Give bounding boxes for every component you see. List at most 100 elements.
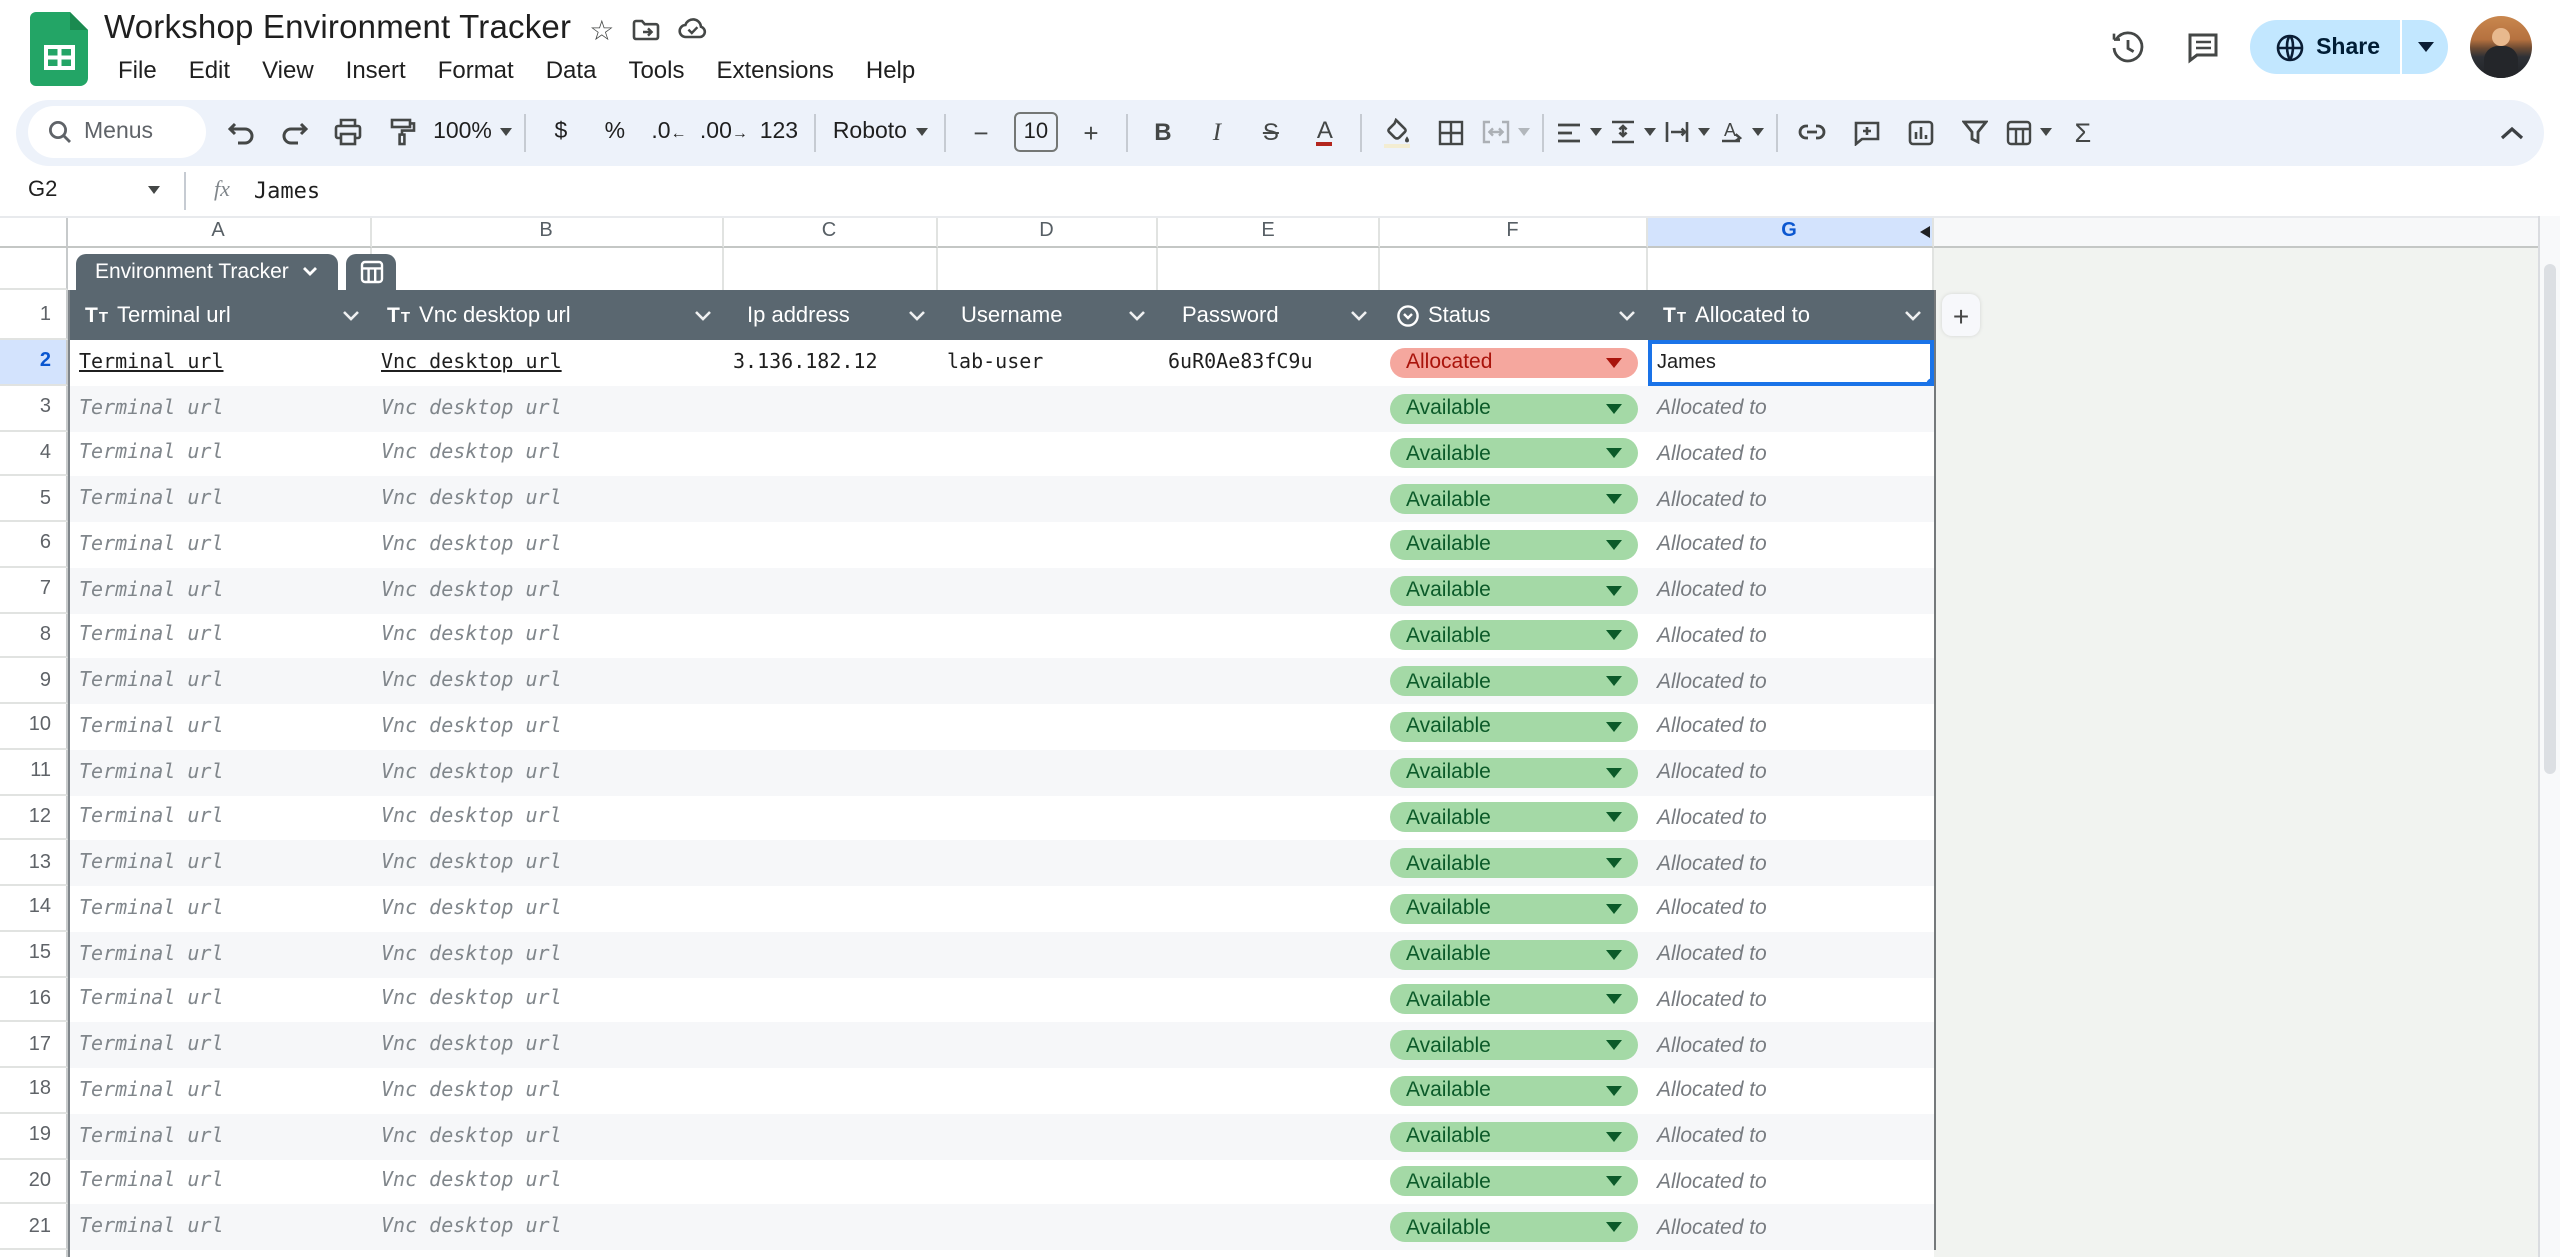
cell[interactable] bbox=[723, 522, 937, 568]
status-chip-available[interactable]: Available bbox=[1390, 530, 1637, 560]
table-header-terminal-url[interactable]: TTTerminal url bbox=[67, 290, 371, 340]
cell[interactable]: lab-user bbox=[937, 340, 1158, 386]
cell[interactable]: Allocated to bbox=[1647, 477, 1933, 523]
text-wrapping-button[interactable] bbox=[1660, 108, 1714, 156]
table-header-username[interactable]: Username bbox=[937, 290, 1158, 340]
column-header-e[interactable]: E bbox=[1158, 217, 1380, 248]
cell[interactable]: Terminal url bbox=[67, 795, 371, 841]
share-button-main[interactable]: Share bbox=[2250, 20, 2400, 74]
status-chip-available[interactable]: Available bbox=[1390, 1167, 1637, 1197]
cell[interactable]: Allocated to bbox=[1647, 431, 1933, 477]
cell[interactable]: Vnc desktop url bbox=[371, 841, 723, 887]
row-header-17[interactable]: 17 bbox=[0, 1023, 67, 1069]
column-menu-chevron-icon[interactable] bbox=[1617, 310, 1635, 322]
increase-font-size-button[interactable]: + bbox=[1064, 108, 1118, 156]
cell[interactable]: Terminal url bbox=[67, 704, 371, 750]
decrease-decimal-button[interactable]: .0← bbox=[642, 108, 696, 156]
cell[interactable]: Allocated to bbox=[1647, 522, 1933, 568]
cell[interactable]: Vnc desktop url bbox=[371, 1114, 723, 1160]
cell[interactable] bbox=[67, 1250, 371, 1257]
format-currency-button[interactable]: $ bbox=[534, 108, 588, 156]
table-options-button[interactable] bbox=[347, 253, 397, 290]
cell[interactable] bbox=[937, 977, 1158, 1023]
select-all-corner[interactable] bbox=[0, 217, 67, 248]
cell[interactable] bbox=[1158, 386, 1380, 432]
cell[interactable]: Terminal url bbox=[67, 750, 371, 796]
fill-handle[interactable] bbox=[1926, 379, 1933, 386]
cell[interactable]: Vnc desktop url bbox=[371, 704, 723, 750]
cell[interactable]: Available bbox=[1380, 1023, 1647, 1069]
cell[interactable]: Available bbox=[1380, 1068, 1647, 1114]
cell[interactable]: Terminal url bbox=[67, 1114, 371, 1160]
cell[interactable] bbox=[1158, 977, 1380, 1023]
cell[interactable] bbox=[937, 932, 1158, 978]
row-header-11[interactable]: 11 bbox=[0, 750, 67, 796]
format-percent-button[interactable]: % bbox=[588, 108, 642, 156]
cell[interactable] bbox=[1158, 568, 1380, 614]
name-box[interactable]: G2 bbox=[0, 179, 140, 203]
cell[interactable]: Terminal url bbox=[67, 613, 371, 659]
cell[interactable]: Allocated to bbox=[1647, 1114, 1933, 1160]
cell[interactable]: Terminal url bbox=[67, 477, 371, 523]
cell[interactable]: Allocated to bbox=[1647, 613, 1933, 659]
column-menu-chevron-icon[interactable] bbox=[1350, 310, 1368, 322]
cell[interactable] bbox=[1158, 477, 1380, 523]
table-tools-button[interactable] bbox=[2002, 108, 2056, 156]
selected-cell-g2[interactable]: James bbox=[1647, 340, 1933, 386]
cell[interactable]: Available bbox=[1380, 613, 1647, 659]
table-header-status[interactable]: Status bbox=[1380, 290, 1647, 340]
table-header-password[interactable]: Password bbox=[1158, 290, 1380, 340]
row-header-9[interactable]: 9 bbox=[0, 659, 67, 705]
name-box-dropdown-icon[interactable] bbox=[148, 187, 160, 195]
cell[interactable]: Allocated to bbox=[1647, 841, 1933, 887]
cell[interactable] bbox=[937, 1023, 1158, 1069]
status-chip-available[interactable]: Available bbox=[1390, 939, 1637, 969]
menu-view[interactable]: View bbox=[248, 52, 328, 88]
cell[interactable]: Vnc desktop url bbox=[371, 1068, 723, 1114]
table-header-allocated-to[interactable]: TTAllocated to bbox=[1647, 290, 1933, 340]
row-header-19[interactable]: 19 bbox=[0, 1114, 67, 1160]
cell[interactable] bbox=[723, 932, 937, 978]
insert-link-button[interactable] bbox=[1786, 108, 1840, 156]
cell[interactable]: Available bbox=[1380, 1114, 1647, 1160]
row-header-22[interactable]: 22 bbox=[0, 1250, 67, 1257]
cell[interactable]: Allocated to bbox=[1647, 1205, 1933, 1251]
document-title[interactable]: Workshop Environment Tracker bbox=[104, 10, 571, 48]
collapse-toolbar-icon[interactable] bbox=[2500, 99, 2524, 165]
column-menu-chevron-icon[interactable] bbox=[1903, 310, 1921, 322]
cell[interactable] bbox=[937, 1205, 1158, 1251]
cell[interactable] bbox=[937, 1068, 1158, 1114]
cell[interactable]: Vnc desktop url bbox=[371, 568, 723, 614]
cell[interactable]: Allocated to bbox=[1647, 795, 1933, 841]
menu-help[interactable]: Help bbox=[852, 52, 929, 88]
cloud-status-icon[interactable] bbox=[678, 18, 708, 40]
cell[interactable] bbox=[1158, 1023, 1380, 1069]
cell[interactable]: Vnc desktop url bbox=[371, 659, 723, 705]
row-header-7[interactable]: 7 bbox=[0, 568, 67, 614]
cell[interactable]: Available bbox=[1380, 977, 1647, 1023]
cell[interactable] bbox=[937, 1250, 1158, 1257]
cell[interactable]: Vnc desktop url bbox=[371, 795, 723, 841]
row-header-16[interactable]: 16 bbox=[0, 977, 67, 1023]
cell[interactable]: Terminal url bbox=[67, 522, 371, 568]
status-chip-available[interactable]: Available bbox=[1390, 1076, 1637, 1106]
column-header-f[interactable]: F bbox=[1380, 217, 1647, 248]
menu-edit[interactable]: Edit bbox=[175, 52, 244, 88]
cell[interactable] bbox=[1158, 431, 1380, 477]
row-header-12[interactable]: 12 bbox=[0, 795, 67, 841]
cell[interactable] bbox=[937, 431, 1158, 477]
cell[interactable] bbox=[937, 1114, 1158, 1160]
cell[interactable] bbox=[723, 704, 937, 750]
cell[interactable]: Available bbox=[1380, 522, 1647, 568]
menu-insert[interactable]: Insert bbox=[332, 52, 420, 88]
cell[interactable]: Terminal url bbox=[67, 1159, 371, 1205]
cell[interactable] bbox=[937, 386, 1158, 432]
status-chip-available[interactable]: Available bbox=[1390, 848, 1637, 878]
row-header-10[interactable]: 10 bbox=[0, 704, 67, 750]
borders-button[interactable] bbox=[1424, 108, 1478, 156]
status-chip-available[interactable]: Available bbox=[1390, 439, 1637, 469]
cell[interactable]: Allocated to bbox=[1647, 977, 1933, 1023]
add-column-button[interactable]: + bbox=[1942, 294, 1980, 336]
cell[interactable] bbox=[1158, 1068, 1380, 1114]
status-chip-available[interactable]: Available bbox=[1390, 894, 1637, 924]
